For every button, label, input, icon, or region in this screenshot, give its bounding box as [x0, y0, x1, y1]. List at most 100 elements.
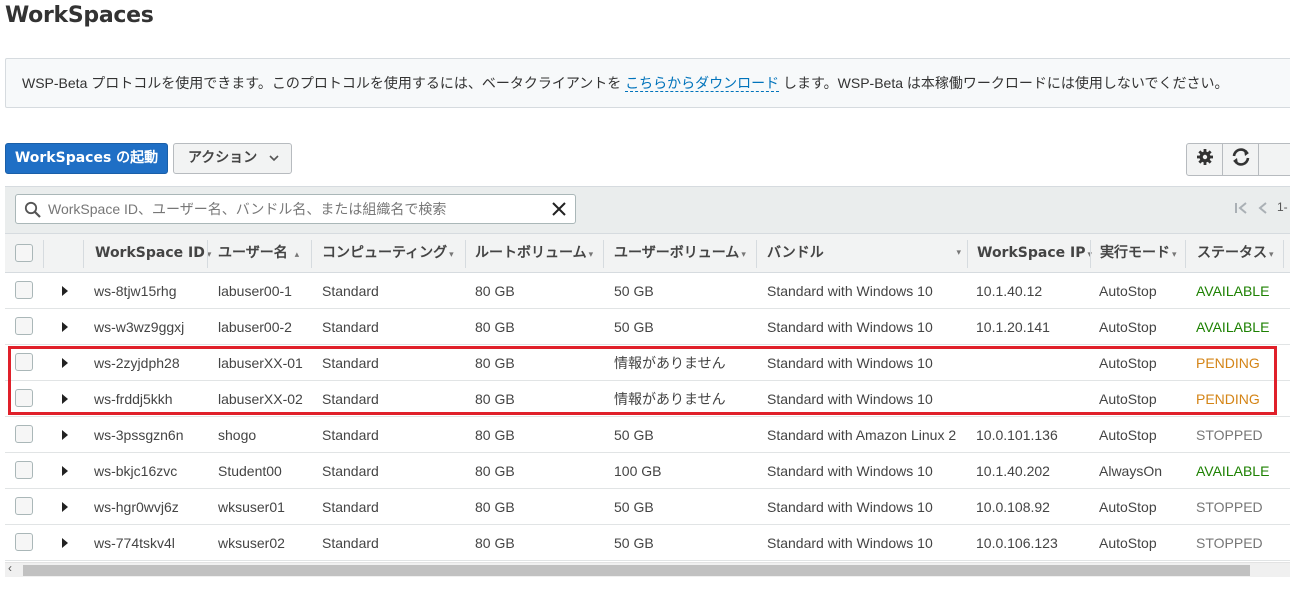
cell-bundle: Standard with Windows 10	[767, 499, 933, 515]
refresh-icon	[1230, 147, 1252, 172]
cell-root: 80 GB	[475, 391, 515, 407]
cell-bundle: Standard with Windows 10	[767, 391, 933, 407]
cell-ip: 10.0.101.136	[976, 427, 1058, 443]
row-checkbox[interactable]	[15, 389, 33, 407]
column-header-bundle[interactable]: バンドル ▾	[759, 234, 967, 273]
search-box[interactable]	[15, 194, 576, 224]
cell-uservol: 情報がありません	[614, 391, 726, 407]
cell-mode: AutoStop	[1099, 535, 1157, 551]
cell-root: 80 GB	[475, 283, 515, 299]
banner-text-before: WSP-Beta プロトコルを使用できます。このプロトコルを使用するには、ベータ…	[22, 75, 626, 91]
gear-icon	[1196, 148, 1214, 171]
cell-compute: Standard	[322, 463, 379, 479]
cell-bundle: Standard with Windows 10	[767, 463, 933, 479]
column-header-compute[interactable]: コンピューティング ▾	[314, 234, 454, 273]
close-icon[interactable]	[551, 200, 567, 223]
expand-row-icon[interactable]	[62, 322, 68, 332]
search-icon	[24, 201, 42, 224]
scrollbar-thumb[interactable]	[23, 565, 1250, 576]
cell-mode: AlwaysOn	[1099, 463, 1163, 479]
cell-user: Student00	[218, 463, 282, 479]
row-checkbox[interactable]	[15, 461, 33, 479]
status-badge: STOPPED	[1196, 427, 1263, 443]
cell-mode: AutoStop	[1099, 283, 1157, 299]
more-button[interactable]	[1259, 144, 1290, 175]
filter-bar: 1-	[5, 187, 1290, 233]
search-input[interactable]	[46, 195, 546, 223]
column-header-username[interactable]: ユーザー名 ▴	[210, 234, 299, 273]
cell-user: shogo	[218, 427, 257, 443]
cell-compute: Standard	[322, 427, 379, 443]
row-checkbox[interactable]	[15, 497, 33, 515]
first-page-icon[interactable]	[1233, 200, 1249, 219]
table-tool-buttons	[1186, 143, 1290, 176]
cell-mode: AutoStop	[1099, 355, 1157, 371]
expand-row-icon[interactable]	[62, 430, 68, 440]
cell-user: labuser00-2	[218, 319, 292, 335]
row-checkbox[interactable]	[15, 353, 33, 371]
select-all-checkbox[interactable]	[15, 244, 33, 262]
column-header-workspace-ip[interactable]: WorkSpace IP▾	[969, 234, 1092, 273]
table-header: WorkSpace ID ▾ ユーザー名 ▴ コンピューティング ▾ ルートボリュー…	[5, 233, 1290, 273]
cell-mode: AutoStop	[1099, 391, 1157, 407]
launch-workspaces-button[interactable]: WorkSpaces の起動	[5, 143, 168, 174]
row-checkbox[interactable]	[15, 425, 33, 443]
table-row[interactable]: ws-8tjw15rhg labuser00-1 Standard 80 GB 50 G…	[5, 273, 1290, 309]
cell-compute: Standard	[322, 355, 379, 371]
cell-id: ws-2zyjdph28	[94, 355, 180, 371]
table-row[interactable]: ws-2zyjdph28 labuserXX-01 Standard 80 GB 情報が…	[5, 345, 1290, 381]
expand-row-icon[interactable]	[62, 466, 68, 476]
cell-user: labuserXX-01	[218, 355, 303, 371]
cell-user: wksuser02	[218, 535, 285, 551]
banner-text-after: します。WSP-Beta は本稼働ワークロードには使用しないでください。	[779, 75, 1229, 91]
scroll-left-icon[interactable]: ‹	[8, 561, 12, 575]
settings-button[interactable]	[1187, 144, 1224, 175]
cell-id: ws-774tskv4l	[94, 535, 175, 551]
cell-id: ws-8tjw15rhg	[94, 283, 177, 299]
info-banner: WSP-Beta プロトコルを使用できます。このプロトコルを使用するには、ベータ…	[5, 58, 1290, 108]
cell-id: ws-w3wz9ggxj	[94, 319, 185, 335]
actions-label: アクション	[188, 150, 258, 166]
expand-row-icon[interactable]	[62, 538, 68, 548]
column-header-status[interactable]: ステータス ▾	[1189, 234, 1274, 273]
table-row[interactable]: ws-bkjc16zvc Student00 Standard 80 GB 100 GB…	[5, 453, 1290, 489]
status-badge: STOPPED	[1196, 535, 1263, 551]
column-header-user-volume[interactable]: ユーザーボリューム ▾	[606, 234, 746, 273]
horizontal-scrollbar[interactable]: ‹	[5, 561, 1290, 577]
status-badge: PENDING	[1196, 391, 1260, 407]
table-row[interactable]: ws-w3wz9ggxj labuser00-2 Standard 80 GB 50 G…	[5, 309, 1290, 345]
cell-bundle: Standard with Amazon Linux 2	[767, 427, 957, 443]
table-row[interactable]: ws-774tskv4l wksuser02 Standard 80 GB 50 GB S…	[5, 525, 1290, 561]
row-checkbox[interactable]	[15, 281, 33, 299]
status-badge: AVAILABLE	[1196, 463, 1270, 479]
cell-uservol: 50 GB	[614, 499, 654, 515]
cell-compute: Standard	[322, 391, 379, 407]
cell-compute: Standard	[322, 283, 379, 299]
column-header-workspace-id[interactable]: WorkSpace ID ▾	[87, 234, 211, 273]
cell-compute: Standard	[322, 319, 379, 335]
expand-row-icon[interactable]	[62, 394, 68, 404]
cell-uservol: 100 GB	[614, 463, 662, 479]
expand-row-icon[interactable]	[62, 286, 68, 296]
actions-dropdown-button[interactable]: アクション	[173, 143, 292, 174]
cell-mode: AutoStop	[1099, 319, 1157, 335]
table-row[interactable]: ws-3pssgzn6n shogo Standard 80 GB 50 GB Stand…	[5, 417, 1290, 453]
column-header-root-volume[interactable]: ルートボリューム ▾	[467, 234, 593, 273]
cell-root: 80 GB	[475, 535, 515, 551]
download-link[interactable]: こちらからダウンロード	[625, 75, 780, 92]
row-checkbox[interactable]	[15, 533, 33, 551]
column-header-running-mode[interactable]: 実行モード ▾	[1092, 234, 1177, 273]
row-checkbox[interactable]	[15, 317, 33, 335]
cell-uservol: 情報がありません	[614, 355, 726, 371]
cell-uservol: 50 GB	[614, 535, 654, 551]
expand-row-icon[interactable]	[62, 502, 68, 512]
pager-text: 1-	[1277, 200, 1288, 214]
cell-uservol: 50 GB	[614, 427, 654, 443]
table-row[interactable]: ws-hgr0wvj6z wksuser01 Standard 80 GB 50 GB S…	[5, 489, 1290, 525]
prev-page-icon[interactable]	[1257, 200, 1269, 219]
expand-row-icon[interactable]	[62, 358, 68, 368]
cell-compute: Standard	[322, 499, 379, 515]
table-row[interactable]: ws-frddj5kkh labuserXX-02 Standard 80 GB 情報が…	[5, 381, 1290, 417]
refresh-button[interactable]	[1223, 144, 1260, 175]
cell-ip: 10.0.108.92	[976, 499, 1050, 515]
